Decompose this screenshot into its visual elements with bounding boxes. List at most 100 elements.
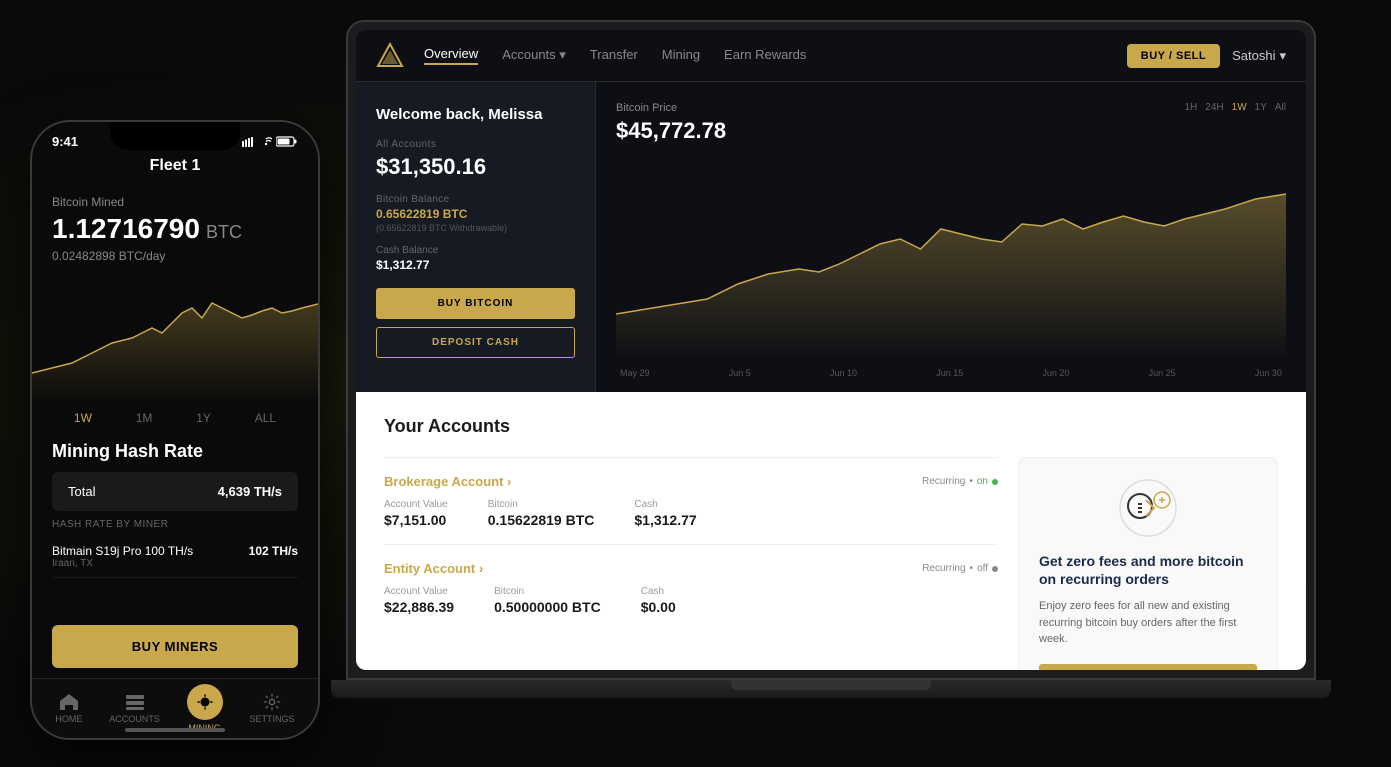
brokerage-account-row: Brokerage Account › Recurring • on (384, 457, 998, 544)
phone-filter-1y[interactable]: 1Y (196, 411, 211, 425)
phone-total-value: 4,639 TH/s (218, 484, 282, 499)
laptop-base-inner (731, 680, 931, 690)
chart-date-2: Jun 5 (729, 368, 751, 378)
chart-date-1: May 29 (620, 368, 650, 378)
accounts-list: Brokerage Account › Recurring • on (384, 457, 998, 670)
phone-miner-rate: 102 TH/s (249, 544, 298, 558)
phone-miner-name: Bitmain S19j Pro 100 TH/s (52, 544, 193, 558)
phone-filter-1m[interactable]: 1M (136, 411, 153, 425)
laptop-screen: Overview Accounts ▾ Transfer Mining Earn… (356, 30, 1306, 670)
promo-icon (1118, 478, 1178, 538)
nav-link-overview[interactable]: Overview (424, 46, 478, 65)
chart-date-3: Jun 10 (830, 368, 857, 378)
nav-right: BUY / SELL Satoshi ▾ (1127, 44, 1286, 68)
deposit-cash-button[interactable]: DEPOSIT CASH (376, 327, 575, 358)
chart-date-6: Jun 25 (1149, 368, 1176, 378)
phone-filter-1w[interactable]: 1W (74, 411, 92, 425)
brokerage-bitcoin: Bitcoin 0.15622819 BTC (488, 499, 595, 528)
entity-account-name[interactable]: Entity Account › (384, 561, 483, 576)
bitcoin-price-value: $45,772.78 (616, 118, 1286, 144)
price-chart: Bitcoin Price $45,772.78 1H 24H 1W 1Y Al… (596, 82, 1306, 392)
bitcoin-withdrawable: (0.65622819 BTC Withdrawable) (376, 223, 575, 233)
left-section: Welcome back, Melissa All Accounts $31,3… (356, 82, 1306, 670)
phone-main-content: Bitcoin Mined 1.12716790 BTC 0.02482898 … (32, 185, 318, 588)
laptop-base (331, 680, 1331, 698)
phone-fleet-name: Fleet 1 (32, 153, 318, 185)
phone-miner-info: Bitmain S19j Pro 100 TH/s Iraan, TX (52, 544, 193, 569)
phone-miner-location: Iraan, TX (52, 558, 193, 569)
phone-home-indicator (125, 728, 225, 732)
brokerage-account-value: Account Value $7,151.00 (384, 499, 448, 528)
create-recurring-button[interactable]: CREATE A RECURRING ORDER (1039, 664, 1257, 670)
chart-filter-24h[interactable]: 24H (1205, 102, 1223, 113)
main-content: Welcome back, Melissa All Accounts $31,3… (356, 82, 1306, 670)
user-menu[interactable]: Satoshi ▾ (1232, 48, 1286, 64)
cash-balance: $1,312.77 (376, 258, 575, 272)
app-logo (376, 42, 404, 70)
chart-time-buttons: 1H 24H 1W 1Y All (1184, 102, 1286, 113)
chart-filter-1h[interactable]: 1H (1184, 102, 1197, 113)
phone-notch (110, 122, 240, 150)
recurring-off-indicator (992, 566, 998, 572)
top-row: Welcome back, Melissa All Accounts $31,3… (356, 82, 1306, 392)
chart-dates: May 29 Jun 5 Jun 10 Jun 15 Jun 20 Jun 25… (616, 368, 1286, 378)
promo-card: Get zero fees and more bitcoin on recurr… (1018, 457, 1278, 670)
recurring-on-indicator (992, 479, 998, 485)
brokerage-cash: Cash $1,312.77 (634, 499, 696, 528)
phone-status-icons (242, 136, 298, 147)
phone-chart (32, 273, 318, 403)
phone-hash-by-miner-label: HASH RATE BY MINER (52, 519, 298, 530)
entity-account-header: Entity Account › Recurring • off (384, 561, 998, 576)
brokerage-account-name[interactable]: Brokerage Account › (384, 474, 511, 489)
chart-filter-1w[interactable]: 1W (1232, 102, 1247, 113)
chart-date-7: Jun 30 (1255, 368, 1282, 378)
phone-screen: 9:41 Fleet 1 (32, 122, 318, 738)
promo-description: Enjoy zero fees for all new and existing… (1039, 598, 1257, 648)
nav-link-earn-rewards[interactable]: Earn Rewards (724, 47, 806, 64)
welcome-greeting: Welcome back, Melissa (376, 106, 575, 123)
phone-filter-all[interactable]: ALL (255, 411, 276, 425)
phone-section-mining: Mining Hash Rate (52, 441, 298, 462)
phone-time: 9:41 (52, 134, 78, 149)
welcome-card: Welcome back, Melissa All Accounts $31,3… (356, 82, 596, 392)
entity-bitcoin: Bitcoin 0.50000000 BTC (494, 586, 601, 615)
brokerage-account-values: Account Value $7,151.00 Bitcoin 0.156228… (384, 499, 998, 528)
nav-link-mining[interactable]: Mining (662, 47, 700, 64)
phone-btc-amount: 1.12716790 (52, 213, 200, 245)
phone-buy-miners-button[interactable]: BUY MINERS (52, 625, 298, 668)
entity-cash: Cash $0.00 (641, 586, 676, 615)
phone-time-filters: 1W 1M 1Y ALL (52, 403, 298, 433)
bitcoin-balance-label: Bitcoin Balance (376, 194, 575, 205)
phone-nav-settings[interactable]: SETTINGS (250, 693, 295, 724)
cash-balance-label: Cash Balance (376, 245, 575, 256)
chart-filter-all[interactable]: All (1275, 102, 1286, 113)
nav-link-accounts[interactable]: Accounts ▾ (502, 47, 566, 65)
phone-nav-mining[interactable]: MINING (187, 684, 223, 733)
brokerage-account-header: Brokerage Account › Recurring • on (384, 474, 998, 489)
laptop-body: Overview Accounts ▾ Transfer Mining Earn… (346, 20, 1316, 680)
phone-mined-label: Bitcoin Mined (52, 195, 298, 209)
buy-bitcoin-button[interactable]: BUY BITCOIN (376, 288, 575, 319)
phone-nav-accounts[interactable]: ACCOUNTS (109, 693, 160, 724)
navigation: Overview Accounts ▾ Transfer Mining Earn… (356, 30, 1306, 82)
phone-nav-home[interactable]: HOME (55, 693, 82, 724)
laptop-mockup: Overview Accounts ▾ Transfer Mining Earn… (331, 20, 1331, 740)
chart-date-4: Jun 15 (936, 368, 963, 378)
buy-sell-button[interactable]: BUY / SELL (1127, 44, 1220, 68)
phone-hashrate-total-row: Total 4,639 TH/s (52, 472, 298, 511)
entity-account-values: Account Value $22,886.39 Bitcoin 0.50000… (384, 586, 998, 615)
accounts-title: Your Accounts (384, 416, 1278, 437)
accounts-section: Your Accounts Brokerage Account › Recurr… (356, 392, 1306, 670)
entity-recurring-badge: Recurring • off (922, 563, 998, 574)
entity-account-row: Entity Account › Recurring • off (384, 544, 998, 631)
promo-title: Get zero fees and more bitcoin on recurr… (1039, 552, 1257, 588)
bitcoin-chart-area (616, 154, 1286, 364)
chart-date-5: Jun 20 (1042, 368, 1069, 378)
brokerage-recurring-badge: Recurring • on (922, 476, 998, 487)
all-accounts-label: All Accounts (376, 139, 575, 150)
nav-links: Overview Accounts ▾ Transfer Mining Earn… (424, 46, 1127, 65)
phone-total-label: Total (68, 484, 95, 499)
bitcoin-balance: 0.65622819 BTC (376, 207, 575, 221)
nav-link-transfer[interactable]: Transfer (590, 47, 638, 64)
chart-filter-1y[interactable]: 1Y (1255, 102, 1267, 113)
